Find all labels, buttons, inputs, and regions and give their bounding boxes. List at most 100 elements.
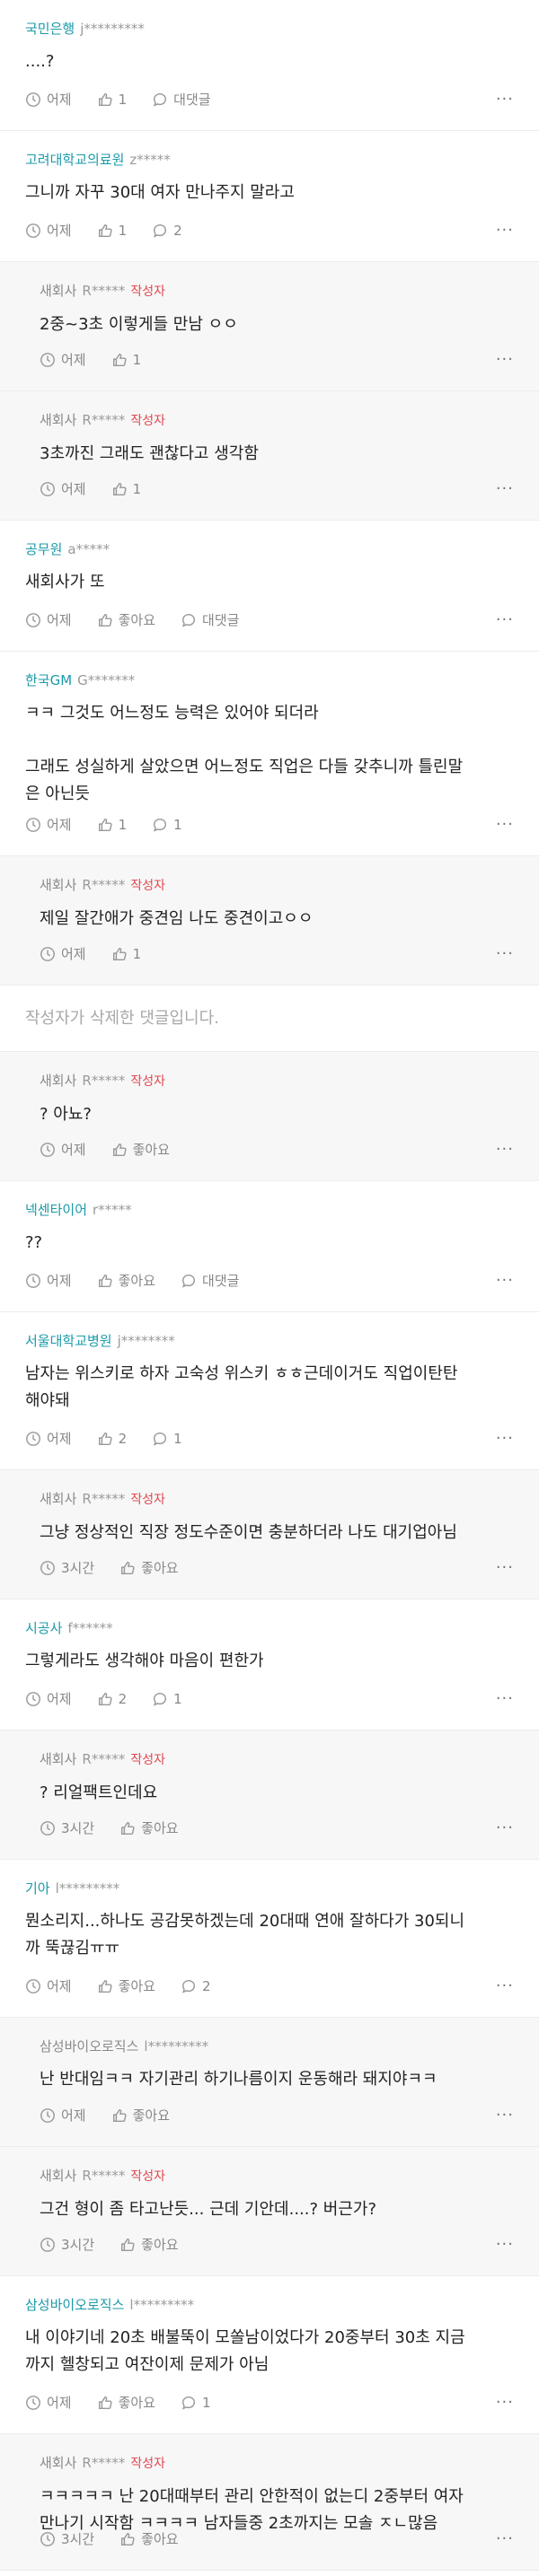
company-name[interactable]: 새회사 (40, 2455, 76, 2471)
more-options-icon[interactable]: ··· (496, 1818, 514, 1837)
more-options-icon[interactable]: ··· (496, 221, 514, 240)
comment-list: 국민은행 j*********....? 어제 1 대댓글 ··· 고려대학교의료원 z***… (0, 0, 539, 2571)
more-options-icon[interactable]: ··· (496, 2393, 514, 2412)
reply-button[interactable]: 대댓글 (181, 610, 239, 629)
more-options-icon[interactable]: ··· (496, 944, 514, 963)
comment-content: 기아 l********* 뭔소리지...하나도 공감못하겠는데 20대때 연애 잘… (25, 1879, 521, 1962)
clock-icon (40, 481, 61, 497)
comment-actions: 3시간 좋아요 (40, 2529, 204, 2548)
clock-icon (40, 946, 61, 962)
more-options-icon[interactable]: ··· (496, 815, 514, 834)
reply-button[interactable]: 1 (181, 2395, 211, 2411)
reply-button[interactable]: 1 (152, 1431, 182, 1447)
more-options-icon[interactable]: ··· (496, 90, 514, 109)
thumbs-up-icon (97, 1273, 119, 1289)
like-button[interactable]: 1 (111, 946, 141, 962)
like-button[interactable]: 좋아요 (119, 2529, 179, 2548)
like-button[interactable]: 2 (97, 1691, 127, 1707)
reply-button[interactable]: 2 (181, 1978, 211, 1994)
like-button[interactable]: 좋아요 (97, 1271, 155, 1290)
comment-meta: 넥센타이어 r***** (25, 1201, 521, 1219)
like-button[interactable]: 좋아요 (111, 1140, 170, 1159)
company-name[interactable]: 공무원 (25, 541, 62, 557)
company-name[interactable]: 새회사 (40, 1073, 76, 1089)
more-options-icon[interactable]: ··· (496, 2106, 514, 2125)
clock-icon (25, 817, 47, 833)
like-button[interactable]: 좋아요 (119, 1818, 179, 1837)
company-name[interactable]: 고려대학교의료원 (25, 152, 124, 168)
clock-icon (25, 1431, 47, 1447)
reply-button[interactable]: 대댓글 (152, 90, 211, 109)
like-button[interactable]: 좋아요 (119, 2235, 179, 2254)
like-count: 2 (118, 1430, 128, 1447)
like-button[interactable]: 1 (97, 92, 127, 108)
comment-actions: 어제 1 대댓글 (25, 90, 236, 109)
company-name[interactable]: 새회사 (40, 283, 76, 299)
more-options-icon[interactable]: ··· (496, 1976, 514, 1995)
company-name[interactable]: 새회사 (40, 1491, 76, 1507)
timestamp-text: 어제 (61, 2107, 86, 2124)
like-button[interactable]: 1 (97, 223, 127, 239)
more-options-icon[interactable]: ··· (496, 1558, 514, 1577)
like-button[interactable]: 1 (111, 481, 141, 497)
author-badge: 작성자 (130, 2457, 165, 2471)
timestamp: 어제 (25, 1976, 72, 1995)
timestamp: 어제 (25, 610, 72, 629)
more-options-icon[interactable]: ··· (496, 1689, 514, 1708)
more-options-icon[interactable]: ··· (496, 610, 514, 629)
like-button[interactable]: 좋아요 (97, 1976, 155, 1995)
reply-button[interactable]: 1 (152, 817, 182, 833)
company-name[interactable]: 넥센타이어 (25, 1202, 87, 1218)
reply-comment: 새회사 R***** 작성자 2중~3초 이렇게들 만남 ㅇㅇ 어제 1 ··· (0, 262, 539, 391)
user-id: j********* (80, 21, 145, 37)
company-name[interactable]: 국민은행 (25, 21, 75, 37)
more-options-icon[interactable]: ··· (496, 1271, 514, 1290)
company-name[interactable]: 새회사 (40, 877, 76, 893)
thumbs-up-icon (97, 817, 119, 833)
clock-icon (40, 1142, 61, 1158)
company-name[interactable]: 시공사 (25, 1620, 62, 1636)
comment-meta: 서울대학교병원 j******** (25, 1332, 521, 1350)
reply-count: 1 (173, 816, 182, 833)
deleted-comment: 작성자가 삭제한 댓글입니다. (0, 986, 539, 1052)
like-button[interactable]: 좋아요 (97, 610, 155, 629)
reply-button[interactable]: 대댓글 (181, 1271, 239, 1290)
clock-icon (25, 92, 47, 108)
like-count: 좋아요 (132, 1142, 171, 1158)
like-button[interactable]: 좋아요 (97, 2393, 155, 2412)
like-button[interactable]: 2 (97, 1430, 128, 1447)
company-name[interactable]: 서울대학교병원 (25, 1333, 112, 1349)
company-name[interactable]: 새회사 (40, 2168, 76, 2184)
comment-actions: 어제 2 1 (25, 1429, 208, 1448)
company-name[interactable]: 한국GM (25, 672, 72, 688)
company-name[interactable]: 삼성바이오로직스 (40, 2038, 138, 2055)
reply-button[interactable]: 1 (152, 1691, 182, 1707)
more-options-icon[interactable]: ··· (496, 2235, 514, 2254)
comment-meta: 삼성바이오로직스 l********* (40, 2037, 521, 2055)
like-button[interactable]: 좋아요 (111, 2106, 170, 2125)
timestamp: 어제 (25, 1271, 72, 1290)
clock-icon (40, 2531, 61, 2547)
more-options-icon[interactable]: ··· (496, 350, 514, 369)
company-name[interactable]: 새회사 (40, 412, 76, 428)
timestamp: 3시간 (40, 2235, 94, 2254)
more-options-icon[interactable]: ··· (496, 1429, 514, 1448)
like-button[interactable]: 좋아요 (119, 1558, 179, 1577)
speech-bubble-icon (152, 223, 173, 239)
like-button[interactable]: 1 (111, 352, 141, 368)
like-count: 좋아요 (141, 2531, 179, 2547)
company-name[interactable]: 기아 (25, 1880, 50, 1897)
company-name[interactable]: 삼성바이오로직스 (25, 2297, 124, 2313)
more-options-icon[interactable]: ··· (496, 2529, 514, 2548)
like-button[interactable]: 1 (97, 817, 127, 833)
like-count: 좋아요 (118, 1273, 156, 1289)
reply-button[interactable]: 2 (152, 223, 182, 239)
more-options-icon[interactable]: ··· (496, 479, 514, 498)
like-count: 좋아요 (132, 2107, 171, 2124)
company-name[interactable]: 새회사 (40, 1751, 76, 1767)
more-options-icon[interactable]: ··· (496, 1140, 514, 1159)
comment-content: 새회사 R***** 작성자 ㅋㅋㅋㅋㅋ 난 20대때부터 관리 안한적이 없는디 2… (40, 2454, 521, 2537)
clock-icon (25, 1691, 47, 1707)
comment-content: 새회사 R***** 작성자 제일 잘간애가 중견임 나도 중견이고ㅇㅇ (40, 876, 521, 933)
comment-line: 그렇게라도 생각해야 마음이 편한가 (25, 1652, 264, 1670)
